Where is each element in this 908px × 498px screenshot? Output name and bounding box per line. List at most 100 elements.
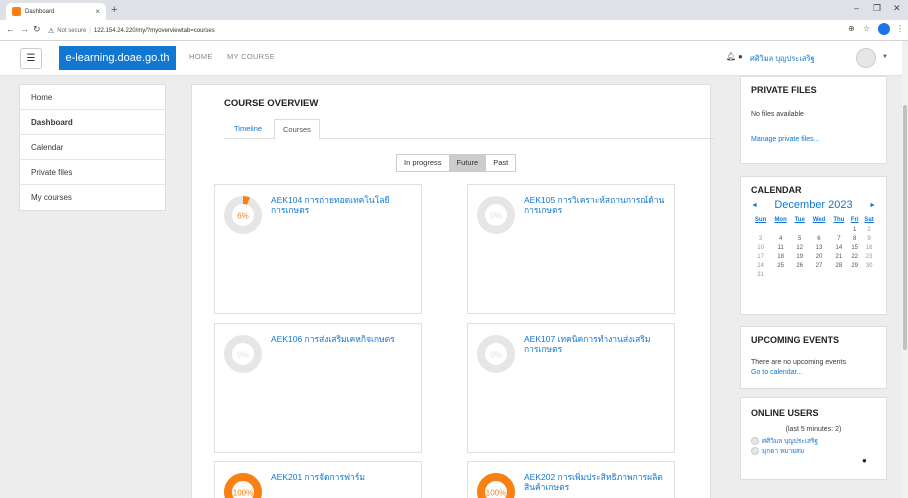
notification-bell-icon[interactable]: 🔔︎ bbox=[726, 52, 736, 61]
calendar-day[interactable]: 10 bbox=[751, 243, 770, 252]
progress-ring: 0% bbox=[477, 196, 515, 234]
back-arrow-icon[interactable]: ← bbox=[6, 24, 15, 34]
new-tab-button[interactable]: + bbox=[111, 4, 117, 16]
calendar-day[interactable]: 8 bbox=[848, 234, 861, 243]
previous-month-icon[interactable]: ◄ bbox=[751, 202, 758, 209]
calendar-day[interactable]: 22 bbox=[848, 252, 861, 261]
calendar-day[interactable]: 20 bbox=[808, 252, 829, 261]
user-name[interactable]: ศศิวิมล บุญประเสริฐ bbox=[750, 53, 815, 65]
calendar-day[interactable]: 23 bbox=[861, 252, 877, 261]
tab-timeline[interactable]: Timeline bbox=[226, 119, 270, 139]
calendar-day[interactable]: 21 bbox=[830, 252, 849, 261]
course-name-link[interactable]: AEK104 การถ่ายทอดเทคโนโลยีการเกษตร bbox=[271, 195, 416, 215]
send-message-icon[interactable]: ● bbox=[862, 456, 867, 465]
online-user[interactable]: มุกดา หมายสม bbox=[751, 446, 876, 456]
calendar-day[interactable]: 15 bbox=[848, 243, 861, 252]
nav-home-link[interactable]: HOME bbox=[189, 52, 213, 61]
course-card[interactable]: 6% AEK104 การถ่ายทอดเทคโนโลยีการเกษตร bbox=[214, 184, 422, 314]
next-month-icon[interactable]: ► bbox=[869, 202, 876, 209]
go-to-calendar-link[interactable]: Go to calendar... bbox=[751, 368, 876, 378]
reload-icon[interactable]: ↻ bbox=[33, 24, 41, 35]
drawer-toggle-button[interactable]: ☰ bbox=[20, 48, 42, 69]
calendar-day[interactable]: 4 bbox=[770, 234, 791, 243]
online-user-name: มุกดา หมายสม bbox=[762, 448, 805, 455]
course-overview-title: COURSE OVERVIEW bbox=[224, 98, 319, 109]
calendar-day[interactable]: 6 bbox=[808, 234, 829, 243]
calendar-day[interactable]: 29 bbox=[848, 261, 861, 270]
calendar-day[interactable]: 5 bbox=[791, 234, 808, 243]
window-close-button[interactable]: ✕ bbox=[893, 3, 901, 14]
calendar-day[interactable]: 2 bbox=[861, 225, 877, 234]
calendar-day[interactable]: 28 bbox=[830, 261, 849, 270]
url-field[interactable]: ⚠ Not secure | 122.154.24.220/my/?myover… bbox=[48, 23, 868, 38]
calendar-day-header: Sun bbox=[754, 217, 767, 223]
filter-in-progress[interactable]: In progress bbox=[396, 154, 450, 172]
calendar-day bbox=[848, 270, 861, 279]
calendar-day[interactable]: 27 bbox=[808, 261, 829, 270]
course-card[interactable]: 100% AEK202 การเพิ่มประสิทธิภาพการผลิตสิน… bbox=[467, 461, 675, 498]
course-name-link[interactable]: AEK202 การเพิ่มประสิทธิภาพการผลิตสินค้าเ… bbox=[524, 472, 669, 492]
minimize-button[interactable]: – bbox=[854, 3, 859, 13]
user-avatar[interactable] bbox=[856, 48, 876, 68]
online-user[interactable]: ศศิวิมล บุญประเสริฐ bbox=[751, 436, 876, 446]
tab-close-icon[interactable]: × bbox=[95, 7, 100, 16]
nav-my-course-link[interactable]: MY COURSE bbox=[227, 52, 275, 61]
course-card[interactable]: 0% AEK105 การวิเคราะห์สถานการณ์ด้านการเกษ… bbox=[467, 184, 675, 314]
calendar-day[interactable]: 18 bbox=[770, 252, 791, 261]
calendar-day[interactable]: 11 bbox=[770, 243, 791, 252]
nav-item-private-files[interactable]: Private files bbox=[20, 160, 165, 185]
calendar-day[interactable]: 25 bbox=[770, 261, 791, 270]
course-card[interactable]: 100% AEK201 การจัดการฟาร์ม bbox=[214, 461, 422, 498]
browser-tab[interactable]: Dashboard × bbox=[6, 3, 106, 20]
course-name-link[interactable]: AEK106 การส่งเสริมเคหกิจเกษตร bbox=[271, 334, 416, 344]
course-card[interactable]: 0% AEK106 การส่งเสริมเคหกิจเกษตร bbox=[214, 323, 422, 453]
site-brand[interactable]: e-learning.doae.go.th bbox=[59, 46, 176, 70]
nav-item-my-courses[interactable]: My courses bbox=[20, 185, 165, 210]
calendar-grid: Sun Mon Tue Wed Thu Fri Sat 1 2 3 4 5 6 7 8 9 10 11 12 13 1… bbox=[751, 217, 877, 279]
course-name-link[interactable]: AEK201 การจัดการฟาร์ม bbox=[271, 472, 416, 482]
filter-past[interactable]: Past bbox=[486, 154, 517, 172]
course-name-link[interactable]: AEK107 เทคนิคการทำงานส่งเสริมการเกษตร bbox=[524, 334, 669, 354]
nav-item-dashboard[interactable]: Dashboard bbox=[20, 110, 165, 135]
messages-icon[interactable]: ● bbox=[738, 52, 743, 61]
tab-courses[interactable]: Courses bbox=[274, 119, 320, 140]
nav-item-calendar[interactable]: Calendar bbox=[20, 135, 165, 160]
calendar-day[interactable]: 1 bbox=[848, 225, 861, 234]
browser-profile-icon[interactable] bbox=[878, 23, 890, 35]
calendar-day[interactable]: 9 bbox=[861, 234, 877, 243]
online-users-summary: (last 5 minutes: 2) bbox=[785, 426, 842, 433]
user-avatar-icon bbox=[751, 437, 759, 445]
calendar-day bbox=[751, 225, 770, 234]
chevron-down-icon[interactable]: ▼ bbox=[882, 54, 888, 60]
manage-private-files-link[interactable]: Manage private files... bbox=[751, 135, 876, 145]
browser-menu-icon[interactable]: ⋮ bbox=[896, 24, 904, 33]
calendar-day[interactable]: 3 bbox=[751, 234, 770, 243]
calendar-day[interactable]: 24 bbox=[751, 261, 770, 270]
nav-item-home[interactable]: Home bbox=[20, 85, 165, 110]
calendar-day[interactable]: 26 bbox=[791, 261, 808, 270]
browser-tabstrip: Dashboard × + – ❐ ✕ bbox=[0, 0, 908, 20]
url-text: 122.154.24.220/my/?myoverviewtab=courses bbox=[93, 27, 215, 34]
calendar-day[interactable]: 13 bbox=[808, 243, 829, 252]
zoom-icon[interactable]: ⊕ bbox=[848, 24, 855, 33]
left-navigation: Home Dashboard Calendar Private files My… bbox=[19, 84, 166, 211]
page-scrollbar-thumb[interactable] bbox=[903, 105, 907, 350]
bookmark-star-icon[interactable]: ☆ bbox=[863, 24, 870, 33]
calendar-day[interactable]: 16 bbox=[861, 243, 877, 252]
calendar-day[interactable]: 17 bbox=[751, 252, 770, 261]
calendar-day bbox=[830, 270, 849, 279]
restore-button[interactable]: ❐ bbox=[873, 3, 881, 14]
forward-arrow-icon[interactable]: → bbox=[20, 24, 29, 34]
calendar-day[interactable]: 12 bbox=[791, 243, 808, 252]
online-users-block: ONLINE USERS (last 5 minutes: 2) ศศิวิมล… bbox=[740, 397, 887, 480]
filter-future[interactable]: Future bbox=[449, 154, 487, 172]
course-card[interactable]: 0% AEK107 เทคนิคการทำงานส่งเสริมการเกษตร bbox=[467, 323, 675, 453]
course-status-filter: In progress Future Past bbox=[396, 154, 517, 172]
calendar-day[interactable]: 30 bbox=[861, 261, 877, 270]
calendar-day-header: Fri bbox=[850, 217, 859, 223]
calendar-day[interactable]: 7 bbox=[830, 234, 849, 243]
calendar-day[interactable]: 19 bbox=[791, 252, 808, 261]
calendar-day[interactable]: 31 bbox=[751, 270, 770, 279]
course-name-link[interactable]: AEK105 การวิเคราะห์สถานการณ์ด้านการเกษตร bbox=[524, 195, 669, 215]
calendar-day[interactable]: 14 bbox=[830, 243, 849, 252]
